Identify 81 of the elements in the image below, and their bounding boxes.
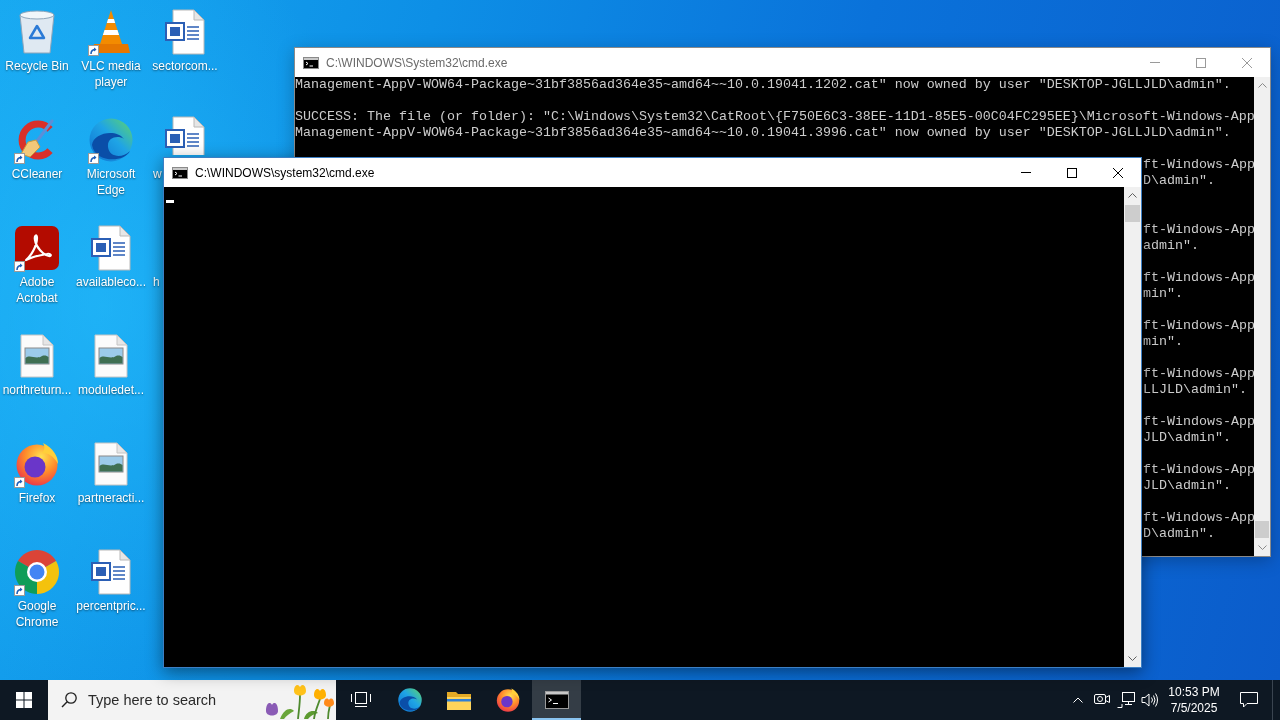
console-line: admin".: [1143, 238, 1199, 254]
swirl-logo-icon[interactable]: [89, 118, 133, 162]
recycle-bin-icon[interactable]: [19, 10, 55, 54]
maximize-icon: [1067, 167, 1077, 178]
desktop-icon-label[interactable]: VLC media player: [74, 58, 148, 90]
image-file-icon[interactable]: [20, 334, 54, 378]
maximize-icon: [1196, 57, 1206, 68]
desktop-icon-label[interactable]: percentpric...: [76, 598, 146, 614]
traffic-cone-icon[interactable]: [91, 10, 131, 54]
task-view-icon[interactable]: [350, 692, 371, 708]
console-line: D\admin".: [1143, 526, 1215, 542]
scrollbar[interactable]: [1254, 77, 1270, 556]
volume-icon[interactable]: [1141, 692, 1159, 708]
search-input[interactable]: Type here to search: [88, 692, 228, 708]
desktop-icon-label[interactable]: Google Chrome: [0, 598, 74, 630]
console-line: ft-Windows-App: [1143, 366, 1254, 382]
scroll-up-icon[interactable]: [1128, 193, 1137, 198]
close-icon: [1242, 57, 1252, 68]
clock-button[interactable]: 10:53 PM 7/5/2025: [1162, 680, 1226, 720]
console-line: ft-Windows-App: [1143, 510, 1254, 526]
desktop-icon-label[interactable]: partneracti...: [77, 490, 145, 506]
minimize-icon: [1021, 172, 1031, 173]
folder-icon[interactable]: [446, 690, 471, 710]
windows-logo-icon: [16, 692, 32, 708]
close-icon: [1113, 167, 1123, 178]
image-file-icon[interactable]: [94, 442, 128, 486]
desktop-icon-label[interactable]: moduledet...: [77, 382, 144, 398]
flame-globe-icon[interactable]: [15, 442, 59, 486]
desktop-icon-label[interactable]: Microsoft Edge: [74, 166, 148, 198]
scrollbar[interactable]: [1124, 187, 1141, 667]
webcam-icon[interactable]: [1094, 693, 1110, 707]
console-line: LLJLD\admin".: [1143, 382, 1247, 398]
desktop-icon-label[interactable]: Adobe Acrobat: [0, 274, 74, 306]
document-icon[interactable]: [165, 9, 205, 55]
tricolor-circle-logo-icon[interactable]: [15, 550, 59, 594]
console-line: SUCCESS: The file (or folder): "C:\Windows\System32\CatRoot\{F750E6C3-38EE-11D1-85E5-00C04FC295EE}\Microsoft-Windows-App: [295, 109, 1254, 125]
console-line: ft-Windows-App: [1143, 157, 1254, 173]
document-icon[interactable]: [91, 225, 131, 271]
console-line: JLD\admin".: [1143, 430, 1231, 446]
notification-icon[interactable]: [1240, 692, 1258, 708]
desktop-icon-label[interactable]: sectorcom...: [152, 58, 218, 74]
terminal-icon: [303, 56, 319, 69]
minimize-icon: [1150, 62, 1160, 63]
console-line: D\admin".: [1143, 173, 1215, 189]
chevron-up-icon[interactable]: [1073, 697, 1083, 703]
search-icon: [61, 692, 77, 708]
desktop-icon-label[interactable]: Firefox: [18, 490, 56, 506]
desktop-icon-label[interactable]: h: [153, 274, 160, 290]
taskbar-button[interactable]: [532, 680, 581, 720]
console-line: ft-Windows-App: [1143, 222, 1254, 238]
console-line: Management-AppV-WOW64-Package~31bf3856ad364e35~amd64~~10.0.19041.3996.cat" now owned by user "DESKTOP-JGLLJLD\admin".: [295, 125, 1231, 141]
desktop-icon-label[interactable]: CCleaner: [11, 166, 63, 182]
document-icon[interactable]: [91, 549, 131, 595]
scrollbar-thumb[interactable]: [1125, 205, 1140, 222]
window-title: C:\WINDOWS\System32\cmd.exe: [326, 55, 508, 70]
flame-globe-icon[interactable]: [495, 688, 520, 712]
scroll-up-icon[interactable]: [1257, 83, 1267, 88]
console-line: ft-Windows-App: [1143, 270, 1254, 286]
console-line: ft-Windows-App: [1143, 462, 1254, 478]
desktop-icon-label[interactable]: northreturn...: [2, 382, 72, 398]
network-icon[interactable]: [1117, 692, 1135, 708]
console-line: Management-AppV-WOW64-Package~31bf3856ad364e35~amd64~~10.0.19041.1202.cat" now owned by user "DESKTOP-JGLLJLD\admin".: [295, 77, 1231, 93]
document-icon[interactable]: [165, 116, 205, 155]
terminal-icon: [172, 166, 188, 179]
scroll-down-icon[interactable]: [1257, 545, 1267, 550]
desktop-icon-label[interactable]: Recycle Bin: [5, 58, 69, 74]
scroll-down-icon[interactable]: [1128, 656, 1137, 661]
desktop-icon-label[interactable]: availableco...: [75, 274, 146, 290]
desktop-icon-label[interactable]: w: [153, 166, 162, 182]
console-line: JLD\admin".: [1143, 478, 1231, 494]
console-line: min".: [1143, 286, 1183, 302]
console-line: ft-Windows-App: [1143, 414, 1254, 430]
console-line: min".: [1143, 334, 1183, 350]
terminal-icon[interactable]: [544, 691, 569, 709]
scrollbar-thumb[interactable]: [1255, 521, 1269, 538]
image-file-icon[interactable]: [94, 334, 128, 378]
console-line: ft-Windows-App: [1143, 318, 1254, 334]
window-title: C:\WINDOWS\system32\cmd.exe: [195, 165, 375, 180]
swirl-logo-icon[interactable]: [397, 688, 422, 712]
pdf-logo-icon[interactable]: [15, 226, 59, 270]
text-cursor-icon: [166, 200, 174, 203]
